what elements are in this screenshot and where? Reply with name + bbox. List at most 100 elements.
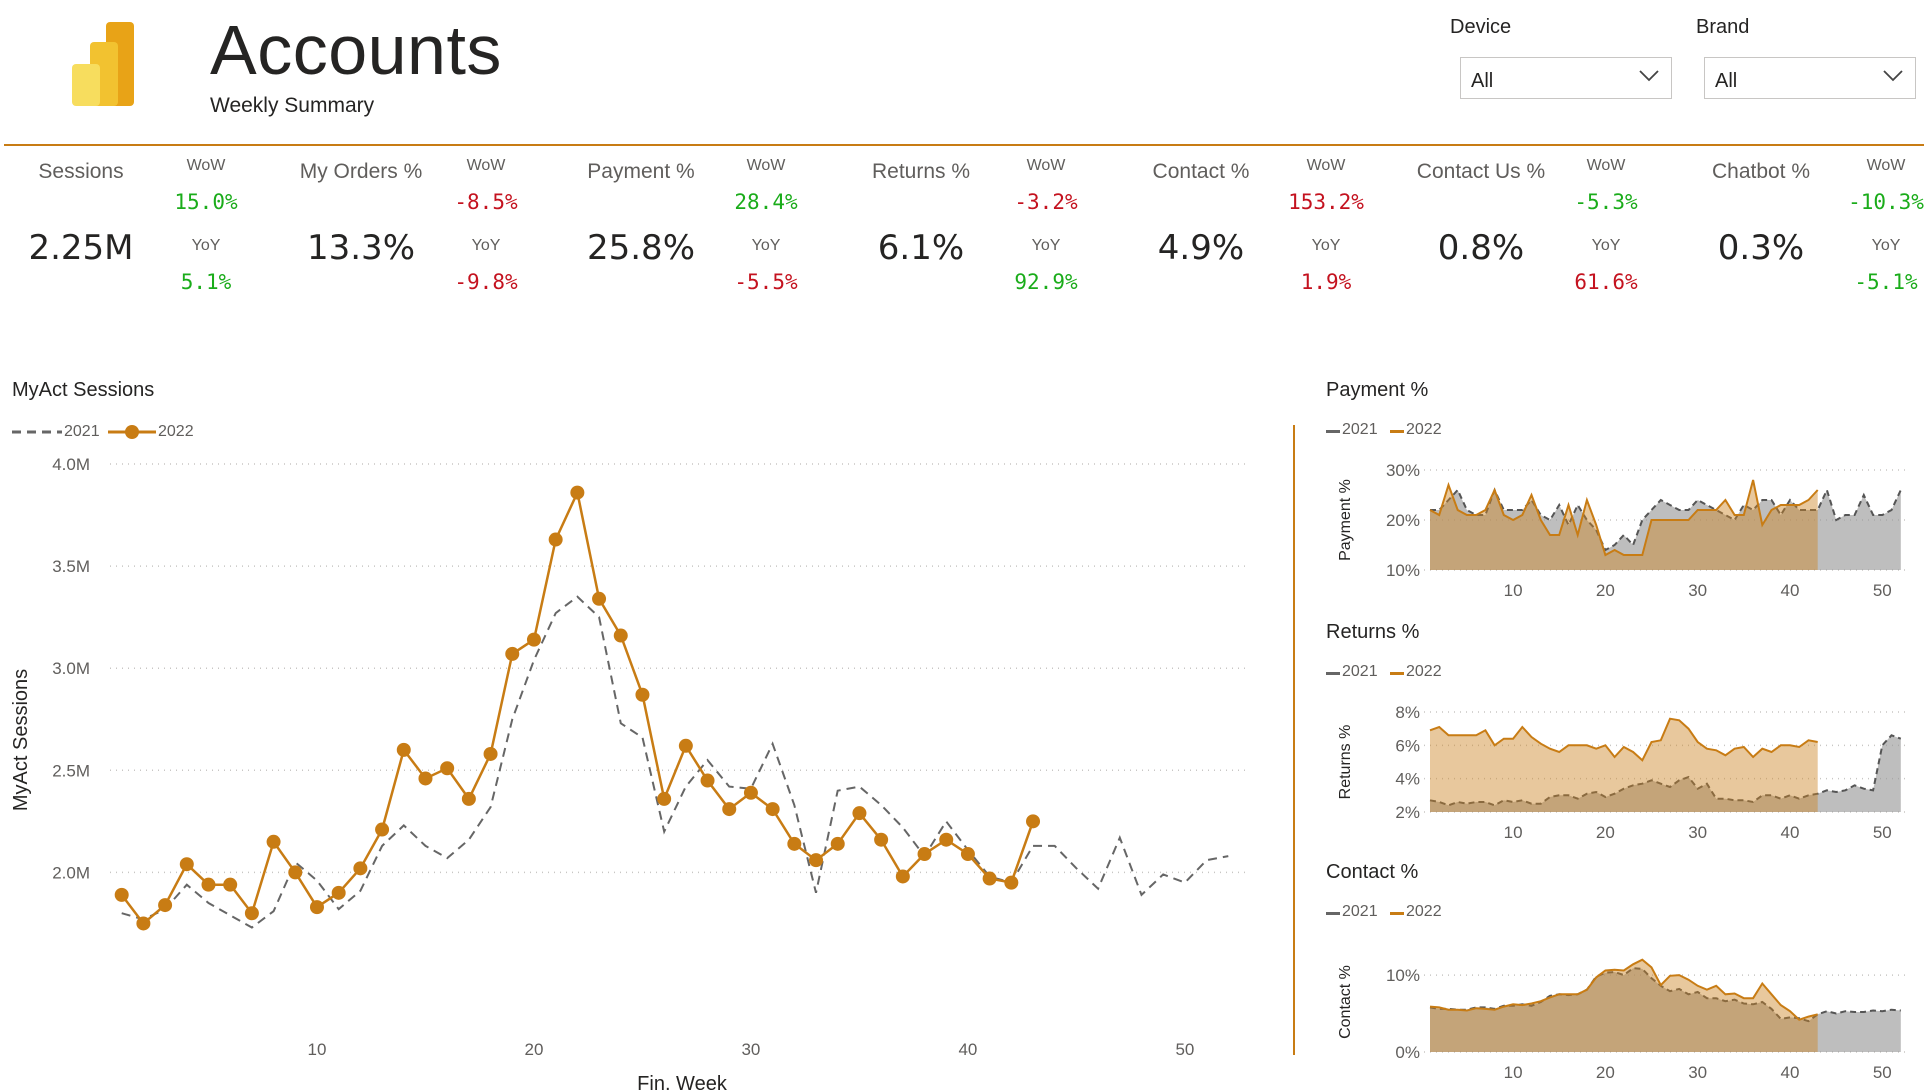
kpi-payment-wow-value: 28.4% bbox=[734, 190, 798, 214]
kpi-chatbot-yoy-value: -5.1% bbox=[1854, 270, 1918, 294]
x-tick-label: 20 bbox=[1596, 1063, 1615, 1082]
sessions-chart-legend: 2021 2022 bbox=[12, 422, 212, 444]
kpi-contact-wow-label: WoW bbox=[1306, 157, 1346, 174]
kpi-contact-yoy-value: 1.9% bbox=[1300, 270, 1352, 294]
series-2022-point[interactable] bbox=[136, 916, 151, 931]
sessions-line-chart[interactable]: 2.0M 2.5M 3.0M 3.5M 4.0M 10 20 30 40 50 Fin. Week M… bbox=[0, 450, 1270, 1090]
series-2022-point[interactable] bbox=[548, 532, 563, 547]
legend-2021-label: 2021 bbox=[1342, 903, 1378, 920]
brand-filter-value: All bbox=[1715, 70, 1738, 92]
y-tick-label: 3.0M bbox=[52, 659, 90, 678]
series-2022-point[interactable] bbox=[288, 865, 303, 880]
series-2022-point[interactable] bbox=[613, 628, 628, 643]
series-2022-point[interactable] bbox=[635, 687, 650, 702]
kpi-sessions-yoy-label: YoY bbox=[191, 237, 221, 254]
payment-chart-legend: 2021 2022 bbox=[1326, 421, 1466, 441]
series-2022-point[interactable] bbox=[244, 906, 259, 921]
series-2022-point[interactable] bbox=[1004, 875, 1019, 890]
y-axis-title: Payment % bbox=[1337, 479, 1354, 561]
page-title: Accounts bbox=[210, 11, 502, 89]
x-tick-label: 20 bbox=[1596, 823, 1615, 842]
series-2022-point[interactable] bbox=[809, 853, 824, 868]
series-2022-point[interactable] bbox=[461, 791, 476, 806]
legend-2022-swatch bbox=[1390, 430, 1404, 433]
series-2022-point[interactable] bbox=[505, 646, 520, 661]
series-2022-point[interactable] bbox=[266, 834, 281, 849]
series-2022-point[interactable] bbox=[418, 771, 433, 786]
series-2022-point[interactable] bbox=[700, 773, 715, 788]
series-2022-point[interactable] bbox=[396, 742, 411, 757]
legend-2021-label: 2021 bbox=[64, 423, 100, 440]
sessions-chart-title: MyAct Sessions bbox=[12, 379, 155, 401]
kpi-contact-us-wow-label: WoW bbox=[1586, 157, 1626, 174]
series-2022-point[interactable] bbox=[375, 822, 390, 837]
series-2022-point[interactable] bbox=[114, 887, 129, 902]
kpi-returns-yoy-label: YoY bbox=[1031, 237, 1061, 254]
series-2022-point[interactable] bbox=[743, 785, 758, 800]
y-tick-label: 3.5M bbox=[52, 557, 90, 576]
brand-filter-dropdown[interactable]: All bbox=[1704, 57, 1916, 99]
kpi-my-orders-wow-label: WoW bbox=[466, 157, 506, 174]
kpi-my-orders-yoy-value: -9.8% bbox=[454, 270, 518, 294]
series-2022-point[interactable] bbox=[526, 632, 541, 647]
series-2022-point[interactable] bbox=[917, 847, 932, 862]
kpi-contact-name: Contact % bbox=[1152, 160, 1250, 183]
device-filter-dropdown[interactable]: All bbox=[1460, 57, 1672, 99]
contact-area-chart[interactable]: 0% 10% 10 20 30 40 50 Contact % bbox=[1310, 932, 1920, 1087]
series-2022-point[interactable] bbox=[592, 591, 607, 606]
kpi-sessions-name: Sessions bbox=[38, 160, 124, 183]
x-tick-label: 10 bbox=[308, 1040, 327, 1059]
y-axis-title: MyAct Sessions bbox=[10, 669, 32, 811]
x-tick-label: 10 bbox=[1504, 1063, 1523, 1082]
kpi-contact-us-yoy-value: 61.6% bbox=[1574, 270, 1638, 294]
kpi-my-orders-name: My Orders % bbox=[299, 160, 423, 183]
payment-chart-title: Payment % bbox=[1326, 379, 1429, 401]
kpi-returns-wow-label: WoW bbox=[1026, 157, 1066, 174]
series-2022-point[interactable] bbox=[179, 857, 194, 872]
legend-2021-label: 2021 bbox=[1342, 663, 1378, 680]
brand-filter-label: Brand bbox=[1696, 16, 1750, 38]
chevron-down-icon bbox=[1639, 70, 1659, 82]
legend-2022-swatch bbox=[1390, 912, 1404, 915]
kpi-chatbot-wow-value: -10.3% bbox=[1848, 190, 1924, 214]
series-2022-point[interactable] bbox=[678, 738, 693, 753]
series-2022-point[interactable] bbox=[982, 871, 997, 886]
payment-area-chart[interactable]: 10% 20% 30% 10 20 30 40 50 Payment % bbox=[1310, 450, 1920, 600]
series-2022-point[interactable] bbox=[895, 869, 910, 884]
series-2022-point[interactable] bbox=[960, 847, 975, 862]
series-2022-point[interactable] bbox=[201, 877, 216, 892]
y-tick-label: 20% bbox=[1386, 511, 1420, 530]
series-2022-point[interactable] bbox=[309, 900, 324, 915]
series-2022-point[interactable] bbox=[939, 832, 954, 847]
series-2022-point[interactable] bbox=[158, 898, 173, 913]
y-axis-title: Returns % bbox=[1337, 725, 1354, 800]
returns-area-chart[interactable]: 2% 4% 6% 8% 10 20 30 40 50 Returns % bbox=[1310, 692, 1920, 842]
series-2022-point[interactable] bbox=[787, 836, 802, 851]
series-2022-point[interactable] bbox=[765, 802, 780, 817]
kpi-my-orders-value: 13.3% bbox=[306, 228, 415, 268]
series-2022-point[interactable] bbox=[852, 806, 867, 821]
power-bi-logo bbox=[72, 22, 134, 106]
legend-2022-label: 2022 bbox=[1406, 421, 1442, 438]
series-2022-point[interactable] bbox=[1026, 814, 1041, 829]
series-2022-area bbox=[1430, 959, 1818, 1052]
y-tick-label: 10% bbox=[1386, 561, 1420, 580]
series-2022-point[interactable] bbox=[722, 802, 737, 817]
series-2022-point[interactable] bbox=[331, 885, 346, 900]
kpi-chatbot-name: Chatbot % bbox=[1711, 160, 1811, 183]
series-2022-point[interactable] bbox=[353, 861, 368, 876]
kpi-contact-us-yoy-label: YoY bbox=[1591, 237, 1621, 254]
series-2022-area bbox=[1430, 480, 1818, 570]
series-2022-point[interactable] bbox=[570, 485, 585, 500]
returns-chart-legend: 2021 2022 bbox=[1326, 663, 1466, 683]
contact-chart-title: Contact % bbox=[1326, 861, 1419, 883]
series-2022-point[interactable] bbox=[657, 791, 672, 806]
series-2022-point[interactable] bbox=[483, 746, 498, 761]
kpi-chatbot-yoy-label: YoY bbox=[1871, 237, 1901, 254]
series-2022-point[interactable] bbox=[830, 836, 845, 851]
series-2022-point[interactable] bbox=[874, 832, 889, 847]
series-2022-point[interactable] bbox=[440, 761, 455, 776]
x-tick-label: 10 bbox=[1504, 823, 1523, 842]
legend-2022-label: 2022 bbox=[1406, 903, 1442, 920]
series-2022-point[interactable] bbox=[223, 877, 238, 892]
